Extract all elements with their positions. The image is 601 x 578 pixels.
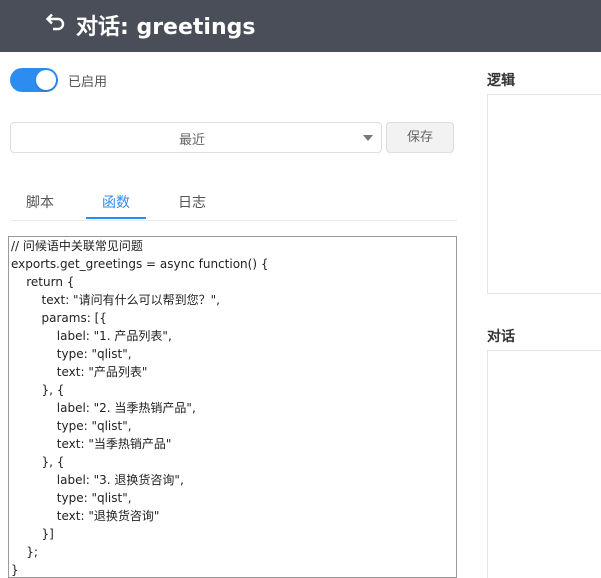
code-line: }] bbox=[11, 527, 54, 541]
code-line: label: "2. 当季热销产品", bbox=[11, 401, 196, 415]
code-line: return { bbox=[11, 275, 75, 289]
save-button[interactable]: 保存 bbox=[386, 122, 454, 153]
code-line: exports.get_greetings = async function()… bbox=[11, 257, 269, 271]
header-bar: 对话: greetings bbox=[0, 0, 601, 52]
tab-bar: 脚本 函数 日志 bbox=[10, 186, 457, 221]
code-line: label: "1. 产品列表", bbox=[11, 329, 172, 343]
code-line: text: "请问有什么可以帮到您？", bbox=[11, 293, 220, 307]
code-line: params: [{ bbox=[11, 311, 107, 325]
logic-panel[interactable] bbox=[487, 94, 601, 294]
code-line: }; bbox=[11, 545, 38, 559]
toggle-label: 已启用 bbox=[68, 75, 108, 90]
code-line: label: "3. 退换货咨询", bbox=[11, 473, 184, 487]
active-tab-indicator bbox=[86, 217, 146, 219]
back-arrow-icon[interactable] bbox=[44, 12, 66, 34]
dialog-panel-title: 对话 bbox=[487, 329, 515, 345]
select-value: 最近 bbox=[178, 133, 205, 148]
logic-panel-title: 逻辑 bbox=[487, 73, 515, 89]
code-editor[interactable]: // 问候语中关联常见问题 exports.get_greetings = as… bbox=[8, 236, 457, 578]
tab-log[interactable]: 日志 bbox=[178, 192, 206, 212]
dialog-panel[interactable] bbox=[487, 350, 601, 578]
tab-function[interactable]: 函数 bbox=[102, 192, 130, 212]
code-line: } bbox=[11, 563, 19, 577]
code-line: text: "当季热销产品" bbox=[11, 437, 172, 451]
enabled-toggle[interactable] bbox=[10, 68, 58, 92]
toggle-knob bbox=[36, 70, 56, 90]
page-title: 对话: greetings bbox=[76, 15, 256, 40]
code-line: text: "产品列表" bbox=[11, 365, 148, 379]
tab-script[interactable]: 脚本 bbox=[26, 192, 54, 212]
code-line: type: "qlist", bbox=[11, 347, 132, 361]
code-line: type: "qlist", bbox=[11, 419, 132, 433]
code-line: type: "qlist", bbox=[11, 491, 132, 505]
code-line: }, { bbox=[11, 455, 65, 469]
caret-down-icon bbox=[363, 135, 373, 141]
code-line: // 问候语中关联常见问题 bbox=[11, 239, 143, 253]
version-select[interactable]: 最近 bbox=[10, 122, 382, 153]
code-line: }, { bbox=[11, 383, 65, 397]
code-line: text: "退换货咨询" bbox=[11, 509, 160, 523]
